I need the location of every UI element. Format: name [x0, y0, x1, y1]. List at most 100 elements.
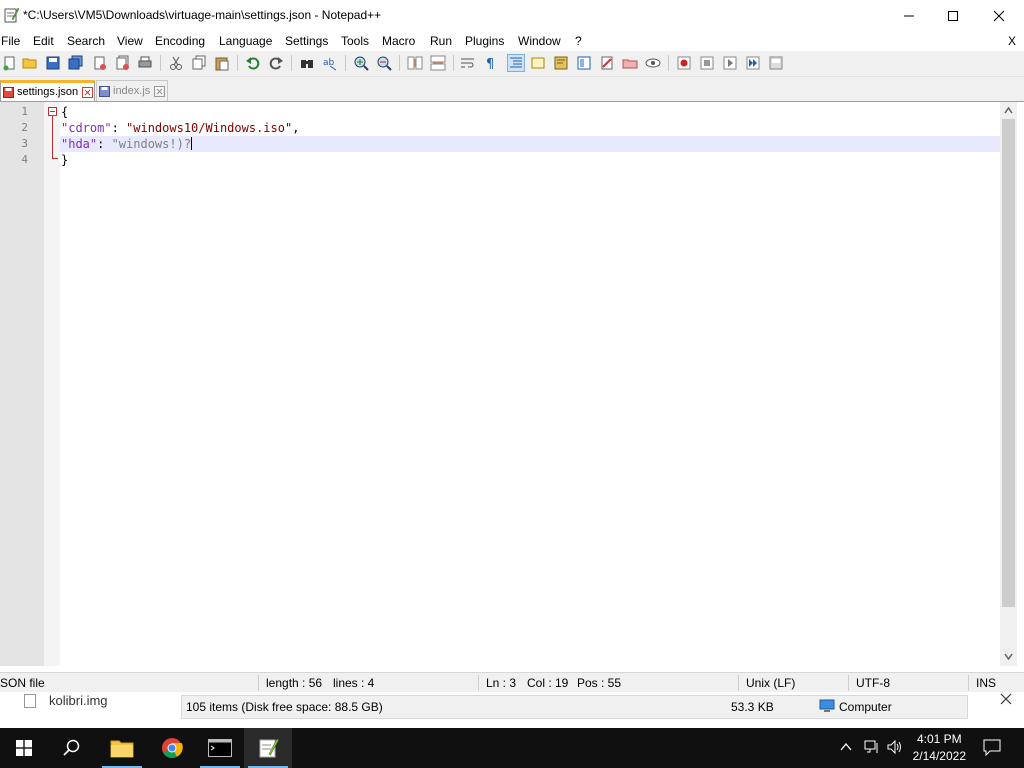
code-line-3: "hda": "windows!)? — [61, 136, 193, 152]
tab-settings-json[interactable]: settings.json — [0, 80, 95, 101]
menu-macro[interactable]: Macro — [382, 34, 415, 48]
code-token: "cdrom" — [61, 121, 112, 135]
indent-guide-icon[interactable] — [507, 54, 525, 72]
redo-icon[interactable] — [268, 55, 284, 71]
status-file-type: SON file — [0, 676, 45, 690]
open-file-icon[interactable] — [22, 55, 38, 71]
paste-icon[interactable] — [214, 55, 230, 71]
taskbar-chrome[interactable] — [148, 728, 196, 768]
menu-encoding[interactable]: Encoding — [155, 34, 205, 48]
play-macro-icon[interactable] — [722, 55, 738, 71]
tab-bar: settings.json index.js — [0, 77, 1024, 102]
close-icon[interactable] — [1000, 693, 1012, 705]
copy-icon[interactable] — [191, 55, 207, 71]
scroll-down-icon[interactable] — [1004, 653, 1013, 660]
tab-index-js[interactable]: index.js — [96, 80, 168, 101]
fold-line — [52, 116, 53, 158]
run-macro-multiple-icon[interactable] — [745, 55, 761, 71]
stop-macro-icon[interactable] — [699, 55, 715, 71]
line-number: 4 — [21, 153, 28, 166]
line-number: 3 — [21, 137, 28, 150]
explorer-file-item[interactable]: kolibri.img — [49, 693, 108, 708]
undo-icon[interactable] — [245, 55, 261, 71]
replace-icon[interactable]: ab — [322, 55, 338, 71]
menu-view[interactable]: View — [117, 34, 143, 48]
status-insert-mode[interactable]: INS — [976, 676, 996, 690]
menu-edit[interactable]: Edit — [33, 34, 54, 48]
scrollbar-thumb[interactable] — [1002, 119, 1015, 607]
status-bar: SON file length : 56 lines : 4 Ln : 3 Co… — [0, 672, 1024, 693]
doc-map-icon[interactable] — [553, 55, 569, 71]
file-icon — [24, 694, 36, 708]
search-button[interactable] — [48, 728, 96, 768]
line-number: 1 — [21, 105, 28, 118]
sync-vertical-icon[interactable] — [407, 55, 423, 71]
maximize-button[interactable] — [930, 0, 976, 31]
word-wrap-icon[interactable] — [460, 55, 476, 71]
status-column: Col : 19 — [527, 676, 569, 690]
menu-plugins[interactable]: Plugins — [465, 34, 504, 48]
system-clock[interactable]: 4:01 PM 2/14/2022 — [913, 731, 966, 765]
close-file-icon[interactable] — [92, 55, 108, 71]
menu-tools[interactable]: Tools — [341, 34, 369, 48]
save-icon[interactable] — [45, 55, 61, 71]
fold-margin[interactable] — [44, 102, 60, 666]
print-icon[interactable] — [137, 55, 153, 71]
text-caret — [191, 137, 193, 150]
editor[interactable]: 1 2 3 4 { "cdrom": "windows10/Windows.is… — [0, 102, 1024, 666]
taskbar-command-prompt[interactable] — [196, 728, 244, 768]
new-file-icon[interactable] — [2, 55, 18, 71]
toolbar: ab ¶ — [0, 51, 1024, 77]
taskbar-file-explorer[interactable] — [98, 728, 146, 768]
close-icon — [993, 10, 1005, 21]
taskbar-notepad-plus-plus[interactable] — [244, 728, 292, 768]
line-number-gutter: 1 2 3 4 — [0, 102, 44, 666]
status-encoding[interactable]: UTF-8 — [856, 676, 890, 690]
menu-language[interactable]: Language — [219, 34, 272, 48]
menu-bar: File Edit Search View Encoding Language … — [0, 31, 1024, 51]
window-title: *C:\Users\VM5\Downloads\virtuage-main\se… — [23, 8, 382, 22]
status-separator — [258, 675, 259, 691]
folder-workspace-icon[interactable] — [599, 55, 615, 71]
menu-file[interactable]: File — [1, 34, 20, 48]
code-token: "windows!)? — [111, 137, 192, 151]
sync-horizontal-icon[interactable] — [430, 55, 446, 71]
menu-run[interactable]: Run — [430, 34, 452, 48]
menu-settings[interactable]: Settings — [285, 34, 328, 48]
vertical-scrollbar[interactable] — [1000, 102, 1017, 666]
show-all-characters-icon[interactable]: ¶ — [483, 55, 499, 71]
scroll-up-icon[interactable] — [1004, 107, 1013, 114]
udl-icon[interactable] — [530, 55, 546, 71]
save-macro-icon[interactable] — [768, 55, 784, 71]
title-bar[interactable]: *C:\Users\VM5\Downloads\virtuage-main\se… — [0, 0, 1024, 31]
close-tab-icon[interactable] — [82, 86, 94, 98]
code-line-4: } — [61, 152, 68, 168]
chrome-icon — [162, 738, 183, 758]
code-line-1: { — [61, 104, 68, 120]
notification-icon[interactable] — [983, 739, 1001, 756]
function-list-icon[interactable] — [576, 55, 592, 71]
start-button[interactable] — [0, 728, 48, 768]
record-macro-icon[interactable] — [676, 55, 692, 71]
menu-window[interactable]: Window — [518, 34, 561, 48]
menu-search[interactable]: Search — [67, 34, 105, 48]
eye-icon[interactable] — [645, 55, 661, 71]
close-tab-icon[interactable] — [154, 85, 166, 97]
current-line-highlight — [60, 136, 1000, 152]
close-document-button[interactable]: X — [1008, 34, 1016, 48]
menu-help[interactable]: ? — [575, 34, 582, 48]
find-icon[interactable] — [299, 55, 315, 71]
save-all-icon[interactable] — [68, 55, 84, 71]
volume-icon[interactable] — [887, 740, 903, 754]
cut-icon[interactable] — [168, 55, 184, 71]
zoom-in-icon[interactable] — [353, 55, 369, 71]
minimize-button[interactable] — [886, 0, 932, 31]
chevron-up-icon[interactable] — [840, 742, 852, 752]
fold-collapse-icon[interactable] — [48, 107, 57, 116]
close-button[interactable] — [976, 0, 1022, 31]
zoom-out-icon[interactable] — [376, 55, 392, 71]
monitoring-icon[interactable] — [622, 55, 638, 71]
network-icon[interactable] — [864, 740, 880, 754]
close-all-icon[interactable] — [115, 55, 131, 71]
status-eol[interactable]: Unix (LF) — [746, 676, 795, 690]
